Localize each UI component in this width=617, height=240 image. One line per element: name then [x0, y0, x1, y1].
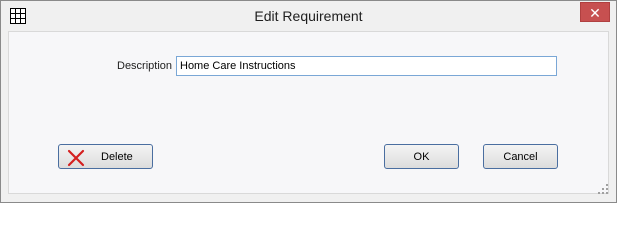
close-icon: ✕ — [589, 5, 601, 21]
cancel-button-label: Cancel — [503, 150, 538, 163]
delete-x-icon — [67, 149, 85, 167]
cancel-button[interactable]: Cancel — [483, 144, 558, 169]
description-input[interactable] — [176, 56, 557, 76]
description-label: Description — [117, 60, 173, 72]
edit-requirement-dialog: Edit Requirement ✕ Description Delete OK… — [0, 0, 617, 203]
title-bar[interactable]: Edit Requirement ✕ — [1, 1, 616, 31]
ok-button[interactable]: OK — [384, 144, 459, 169]
resize-grip[interactable] — [598, 184, 608, 194]
close-button[interactable]: ✕ — [580, 2, 610, 22]
delete-button[interactable]: Delete — [58, 144, 153, 169]
delete-button-label: Delete — [101, 151, 133, 163]
ok-button-label: OK — [413, 150, 430, 163]
window-title: Edit Requirement — [254, 8, 363, 24]
